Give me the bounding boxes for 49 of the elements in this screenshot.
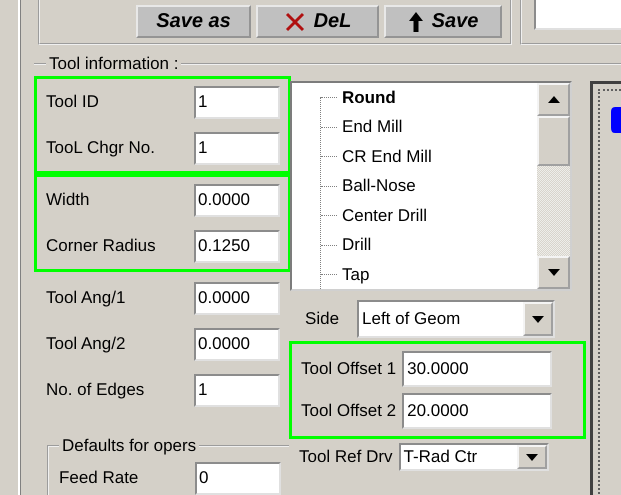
caret-icon [532, 316, 544, 322]
scroll-up-button[interactable] [537, 83, 570, 116]
input-field[interactable]: 1 [194, 86, 280, 118]
scrollbar[interactable] [537, 83, 570, 289]
tree-item[interactable]: Ball-Nose [342, 176, 416, 196]
tree-item[interactable]: Tap [342, 264, 370, 285]
field-label: Tool Offset 2 [301, 401, 396, 421]
input-field[interactable]: 0.0000 [194, 282, 280, 314]
field-label: No. of Edges [46, 380, 144, 400]
field-label: Side [305, 309, 340, 329]
reference-dropdown[interactable]: T-Rad Ctr [398, 443, 549, 471]
tree-item[interactable]: End Mill [342, 117, 402, 138]
save-button[interactable]: Save [384, 5, 502, 38]
field-label: Tool Ref Drv [299, 447, 393, 467]
field-label: Tool Offset 1 [301, 359, 396, 379]
input-field[interactable]: 1 [194, 132, 280, 164]
field-label: TooL Chgr No. [46, 138, 155, 158]
down-triangle-icon [548, 269, 560, 276]
up-triangle-icon [548, 96, 560, 103]
tree-item[interactable]: Round [342, 88, 396, 108]
input-field[interactable]: 0 [195, 462, 281, 494]
scroll-thumb[interactable] [537, 116, 570, 166]
up-arrow-icon [408, 10, 424, 32]
field-label: Tool ID [46, 92, 99, 112]
cross-icon [284, 10, 306, 32]
caret-icon [526, 454, 538, 460]
input-field[interactable]: 0.0000 [194, 328, 280, 360]
tree-item[interactable]: Drill [342, 235, 372, 256]
input-field[interactable]: 30.0000 [402, 351, 552, 387]
field-label: Tool Ang/2 [46, 334, 126, 354]
side-dropdown[interactable]: Left of Geom [357, 300, 556, 338]
tool-type-list[interactable]: Round End Mill CR End Mill Ball-Nose Center Drill Drill Tap [290, 81, 572, 291]
tool-shape-drawing [611, 107, 621, 133]
input-field[interactable] [534, 0, 621, 30]
delete-button[interactable]: DeL [256, 5, 379, 38]
input-field[interactable]: 0.0000 [194, 184, 280, 216]
tree-item[interactable]: Center Drill [342, 206, 428, 226]
group-title: Defaults for opers [61, 436, 198, 456]
scroll-down-button[interactable] [537, 256, 570, 289]
save-button[interactable]: Save as [136, 5, 251, 38]
field-label: Width [46, 190, 90, 210]
input-field[interactable]: 1 [194, 374, 280, 406]
field-label: Tool Ang/1 [46, 288, 126, 308]
group-title: Tool information : [48, 54, 180, 74]
field-label: Corner Radius [46, 236, 156, 256]
input-field[interactable]: 20.0000 [402, 393, 552, 429]
tree-item[interactable]: CR End Mill [342, 146, 432, 167]
field-label: Feed Rate [59, 468, 138, 488]
input-field[interactable]: 0.1250 [194, 230, 280, 262]
